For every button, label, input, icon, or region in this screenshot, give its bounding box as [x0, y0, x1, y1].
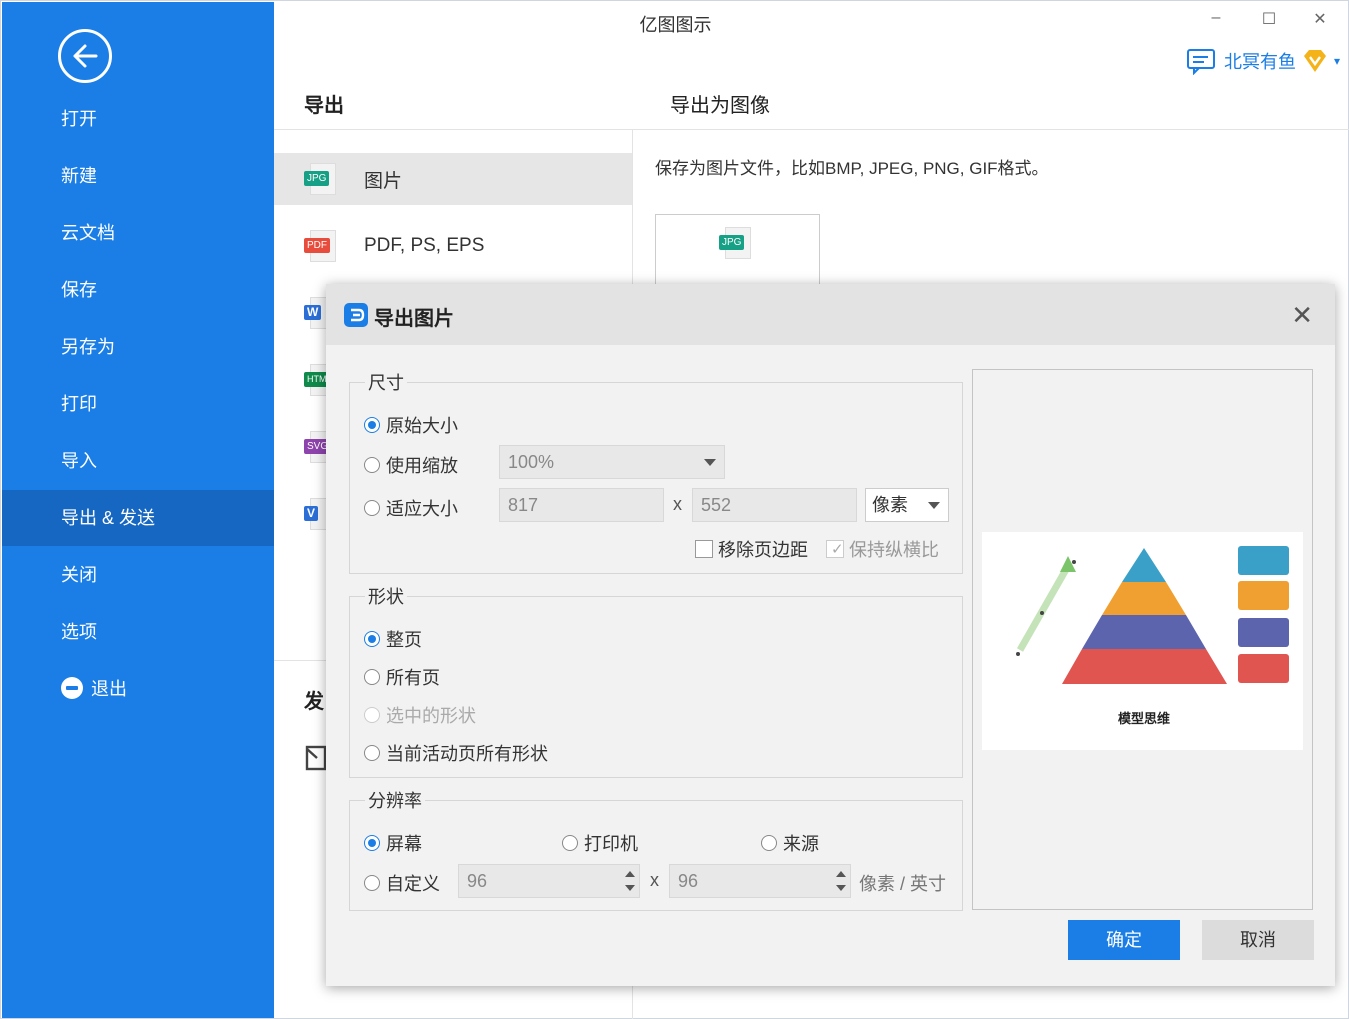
- size-group: 尺寸 原始大小 使用缩放 100% 适应大小 817 x 552 像素 移除页边…: [349, 369, 963, 574]
- format-item-pdf[interactable]: PDF PDF, PS, EPS: [274, 220, 632, 272]
- dpi-separator: x: [650, 870, 659, 890]
- size-separator: x: [673, 494, 682, 514]
- pyramid-diagram-thumbnail: 模型思维: [1016, 546, 1289, 727]
- ok-button[interactable]: 确定: [1068, 920, 1180, 960]
- sidebar-item-label: 退出: [91, 679, 127, 699]
- dpi-y-input[interactable]: 96: [669, 864, 851, 898]
- mail-icon[interactable]: [305, 745, 327, 771]
- dropdown-caret-icon: [928, 502, 940, 509]
- dialog-close-button[interactable]: ✕: [1291, 300, 1313, 331]
- diagram-title: 模型思维: [1118, 711, 1170, 727]
- resolution-group: 分辨率 屏幕 打印机 来源 自定义 96 x 96 像素 / 英寸: [349, 787, 963, 911]
- format-item-image[interactable]: JPG 图片: [274, 153, 632, 205]
- size-unit-select[interactable]: 像素: [865, 488, 949, 522]
- export-detail-heading: 导出为图像: [670, 95, 770, 117]
- width-input[interactable]: 817: [499, 488, 664, 522]
- spin-down-icon[interactable]: [625, 885, 635, 891]
- sidebar-item-exit[interactable]: 退出: [2, 661, 274, 717]
- cancel-button[interactable]: 取消: [1202, 920, 1314, 960]
- radio-fit-size[interactable]: 适应大小: [364, 495, 458, 521]
- user-menu[interactable]: 北冥有鱼 ▾: [1186, 47, 1340, 75]
- sidebar-item-label: 另存为: [61, 337, 115, 357]
- image-format-tile[interactable]: JPG: [655, 214, 820, 294]
- radio-printer[interactable]: 打印机: [562, 830, 638, 856]
- sidebar-item-label: 云文档: [61, 223, 115, 243]
- shape-group: 形状 整页 所有页 选中的形状 当前活动页所有形状: [349, 583, 963, 778]
- header-divider: [274, 129, 1349, 130]
- remove-margin-checkbox[interactable]: 移除页边距: [695, 536, 808, 562]
- vip-diamond-icon: [1303, 50, 1326, 72]
- user-name: 北冥有鱼: [1223, 52, 1296, 72]
- spin-up-icon[interactable]: [625, 871, 635, 877]
- maximize-button[interactable]: ☐: [1254, 9, 1284, 29]
- sidebar-item-new[interactable]: 新建: [2, 148, 274, 204]
- sidebar-item-options[interactable]: 选项: [2, 604, 274, 660]
- chat-icon: [1186, 49, 1215, 75]
- export-heading: 导出: [304, 95, 344, 117]
- format-label: 图片: [364, 170, 403, 192]
- sidebar-item-import[interactable]: 导入: [2, 433, 274, 489]
- dpi-unit-label: 像素 / 英寸: [859, 874, 947, 894]
- sidebar-item-print[interactable]: 打印: [2, 376, 274, 432]
- resolution-group-label: 分辨率: [365, 787, 425, 813]
- radio-original-size[interactable]: 原始大小: [364, 412, 458, 438]
- sidebar-item-label: 打印: [61, 394, 97, 414]
- radio-whole-page[interactable]: 整页: [364, 626, 422, 652]
- format-label: PDF, PS, EPS: [364, 235, 485, 256]
- window-title: 亿图图示: [639, 15, 712, 35]
- dpi-x-input[interactable]: 96: [458, 864, 640, 898]
- pdf-file-icon: PDF: [304, 230, 338, 262]
- diagram-preview: 模型思维: [982, 532, 1303, 750]
- radio-source[interactable]: 来源: [761, 830, 819, 856]
- spin-down-icon[interactable]: [836, 885, 846, 891]
- exit-icon: [61, 677, 83, 699]
- jpg-file-icon: JPG: [304, 163, 338, 195]
- sidebar-item-save-as[interactable]: 另存为: [2, 319, 274, 375]
- dialog-title: 导出图片: [374, 308, 454, 330]
- checkmark-icon: ✓: [831, 541, 844, 558]
- export-description: 保存为图片文件，比如BMP, JPEG, PNG, GIF格式。: [655, 159, 1049, 178]
- arrow-left-icon: [73, 44, 98, 68]
- spin-up-icon[interactable]: [836, 871, 846, 877]
- sidebar-item-close[interactable]: 关闭: [2, 547, 274, 603]
- sidebar-item-open[interactable]: 打开: [2, 91, 274, 147]
- sidebar-item-cloud[interactable]: 云文档: [2, 205, 274, 261]
- app-logo-icon: [344, 303, 368, 327]
- sidebar-item-save[interactable]: 保存: [2, 262, 274, 318]
- minimize-button[interactable]: –: [1201, 9, 1231, 27]
- sidebar-item-label: 关闭: [61, 565, 97, 585]
- dialog-title-bar: 导出图片 ✕: [326, 284, 1335, 345]
- jpg-file-icon: JPG: [719, 227, 753, 259]
- scale-select[interactable]: 100%: [499, 445, 725, 479]
- sidebar-item-label: 选项: [61, 622, 97, 642]
- radio-screen[interactable]: 屏幕: [364, 830, 422, 856]
- shape-group-label: 形状: [365, 583, 407, 609]
- height-input[interactable]: 552: [692, 488, 857, 522]
- radio-custom[interactable]: 自定义: [364, 870, 440, 896]
- radio-selected-shapes[interactable]: 选中的形状: [364, 702, 476, 728]
- sidebar-item-label: 导出 & 发送: [61, 508, 156, 528]
- sidebar-item-label: 导入: [61, 451, 97, 471]
- chevron-down-icon: ▾: [1333, 54, 1340, 68]
- sidebar-item-export-send[interactable]: 导出 & 发送: [2, 490, 274, 546]
- keep-ratio-checkbox[interactable]: ✓ 保持纵横比: [826, 536, 939, 562]
- sidebar-item-label: 新建: [61, 166, 97, 186]
- size-group-label: 尺寸: [365, 369, 407, 395]
- radio-use-scale[interactable]: 使用缩放: [364, 452, 458, 478]
- dropdown-caret-icon: [704, 459, 716, 466]
- sidebar: 打开 新建 云文档 保存 另存为 打印 导入 导出 & 发送 关闭 选项 退出: [2, 2, 274, 1018]
- radio-all-pages[interactable]: 所有页: [364, 664, 440, 690]
- close-window-button[interactable]: ✕: [1305, 9, 1335, 29]
- app-window: 打开 新建 云文档 保存 另存为 打印 导入 导出 & 发送 关闭 选项 退出 …: [0, 0, 1349, 1019]
- back-button[interactable]: [58, 29, 112, 83]
- sidebar-item-label: 打开: [61, 109, 97, 129]
- export-image-dialog: 导出图片 ✕ 尺寸 原始大小 使用缩放 100% 适应大小 817 x 552 …: [326, 284, 1335, 986]
- preview-pane: 模型思维: [972, 369, 1313, 910]
- radio-active-page-shapes[interactable]: 当前活动页所有形状: [364, 740, 548, 766]
- send-heading: 发: [304, 691, 324, 713]
- sidebar-item-label: 保存: [61, 280, 97, 300]
